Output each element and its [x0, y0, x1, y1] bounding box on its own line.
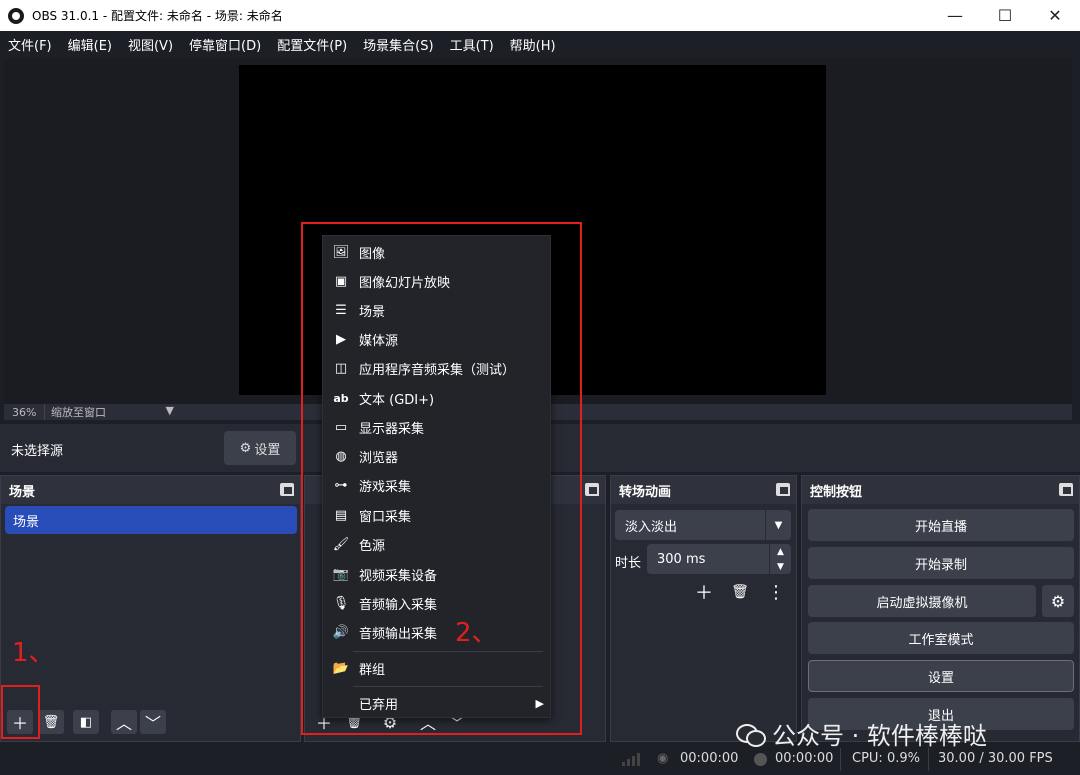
- undock-icon[interactable]: [776, 483, 790, 496]
- controls-dock-title: 控制按钮: [810, 484, 863, 500]
- annotation-step-1: 1、: [12, 638, 55, 668]
- studio-mode-button[interactable]: 工作室模式: [808, 622, 1074, 654]
- source-settings-label: 设置: [254, 442, 281, 458]
- menu-profile[interactable]: 配置文件(P): [269, 35, 355, 54]
- transition-select[interactable]: 淡入淡出 ▼: [615, 510, 791, 540]
- scene-list-item[interactable]: 场景: [5, 506, 297, 534]
- filter-icon: ◧: [79, 714, 93, 730]
- chevron-down-icon: ▼: [765, 510, 791, 540]
- menu-view[interactable]: 视图(V): [120, 35, 181, 54]
- stream-time: 00:00:00: [680, 751, 739, 766]
- undock-icon[interactable]: [1059, 483, 1073, 496]
- source-settings-button[interactable]: ⚙ 设置: [224, 431, 296, 465]
- menu-file[interactable]: 文件(F): [0, 35, 60, 54]
- watermark-text: 公众号 · 软件棒棒哒: [772, 722, 987, 750]
- undock-icon[interactable]: [585, 483, 599, 496]
- zoom-mode-select[interactable]: 缩放至窗口 ▼: [44, 404, 180, 420]
- fps-readout: 30.00 / 30.00 FPS: [938, 751, 1053, 766]
- transitions-dock-title: 转场动画: [619, 484, 672, 500]
- transition-more-button[interactable]: ⋮: [763, 580, 789, 604]
- chevron-up-icon: ▲: [777, 546, 784, 557]
- undock-icon[interactable]: [280, 483, 294, 496]
- remove-transition-button[interactable]: 🗑: [727, 580, 753, 604]
- chevron-up-icon: ︿: [115, 714, 132, 733]
- settings-button[interactable]: 设置: [808, 660, 1074, 692]
- close-button[interactable]: ✕: [1030, 0, 1080, 31]
- move-scene-down-button[interactable]: ﹀: [140, 710, 166, 734]
- menu-docks[interactable]: 停靠窗口(D): [181, 35, 269, 54]
- plus-icon: ＋: [695, 583, 713, 604]
- scenes-dock: 场景 场景 ＋ 🗑 ◧ ︿ ﹀: [0, 475, 301, 742]
- more-vertical-icon: ⋮: [767, 581, 785, 603]
- gear-icon: ⚙: [1050, 591, 1066, 611]
- stream-live-icon: ◉: [657, 751, 669, 766]
- gear-icon: ⚙: [239, 440, 252, 456]
- start-recording-button[interactable]: 开始录制: [808, 547, 1074, 579]
- remove-scene-button[interactable]: 🗑: [38, 710, 64, 734]
- trash-icon: 🗑: [731, 584, 749, 600]
- title-bar: OBS 31.0.1 - 配置文件: 未命名 - 场景: 未命名 — ☐ ✕: [0, 0, 1080, 31]
- wechat-icon: [736, 722, 766, 747]
- menu-tools[interactable]: 工具(T): [442, 35, 502, 54]
- start-virtual-camera-button[interactable]: 启动虚拟摄像机: [808, 585, 1036, 617]
- menu-bar: 文件(F) 编辑(E) 视图(V) 停靠窗口(D) 配置文件(P) 场景集合(S…: [0, 31, 1080, 57]
- chevron-down-icon: ▼: [777, 561, 784, 572]
- annotation-box-add-scene: [1, 685, 40, 739]
- chevron-down-icon: ▼: [165, 404, 174, 417]
- duration-input[interactable]: 300 ms ▲ ▼: [647, 544, 791, 574]
- record-time: 00:00:00: [775, 751, 834, 766]
- zoom-percent: 36%: [12, 405, 37, 419]
- record-dot-icon: [754, 753, 767, 766]
- menu-edit[interactable]: 编辑(E): [60, 35, 120, 54]
- add-transition-button[interactable]: ＋: [691, 580, 717, 604]
- maximize-button[interactable]: ☐: [980, 0, 1030, 31]
- duration-label: 时长: [615, 556, 642, 571]
- duration-value: 300 ms: [657, 551, 706, 567]
- start-streaming-button[interactable]: 开始直播: [808, 509, 1074, 541]
- chevron-down-icon: ﹀: [144, 714, 161, 733]
- controls-dock: 控制按钮 开始直播 开始录制 启动虚拟摄像机 ⚙ 工作室模式 设置 退出: [801, 475, 1080, 742]
- menu-scene-collection[interactable]: 场景集合(S): [355, 35, 441, 54]
- obs-logo-icon: [8, 7, 24, 24]
- cpu-usage: CPU: 0.9%: [852, 751, 920, 766]
- watermark: 公众号 · 软件棒棒哒: [736, 716, 987, 751]
- duration-spinner[interactable]: ▲ ▼: [769, 544, 791, 574]
- zoom-mode-label: 缩放至窗口: [51, 406, 106, 419]
- transitions-dock: 转场动画 淡入淡出 ▼ 时长 300 ms ▲ ▼ ＋ 🗑 ⋮: [610, 475, 797, 742]
- scene-filters-button[interactable]: ◧: [73, 710, 99, 734]
- window-title: OBS 31.0.1 - 配置文件: 未命名 - 场景: 未命名: [32, 9, 283, 23]
- scenes-dock-title: 场景: [9, 484, 36, 500]
- no-source-selected-label: 未选择源: [11, 444, 64, 459]
- virtual-camera-settings-button[interactable]: ⚙: [1042, 585, 1074, 617]
- transition-selected-label: 淡入淡出: [625, 519, 678, 535]
- trash-icon: 🗑: [42, 714, 60, 730]
- signal-strength-icon: [622, 752, 640, 766]
- menu-help[interactable]: 帮助(H): [502, 35, 564, 54]
- move-scene-up-button[interactable]: ︿: [111, 710, 137, 734]
- minimize-button[interactable]: —: [930, 0, 980, 31]
- annotation-step-2: 2、: [455, 618, 498, 648]
- annotation-box-context-menu: [301, 222, 582, 735]
